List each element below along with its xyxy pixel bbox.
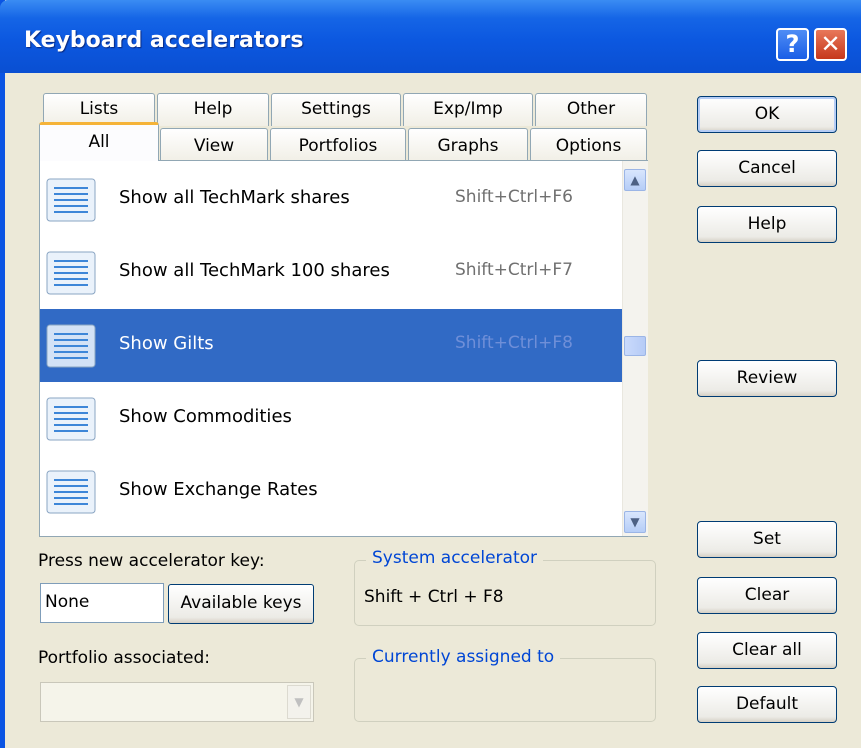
- system-accelerator-title: System accelerator: [366, 548, 544, 568]
- scroll-thumb[interactable]: [624, 336, 646, 356]
- currently-assigned-title: Currently assigned to: [366, 647, 561, 667]
- list-icon: [46, 470, 96, 514]
- item-label: Show all TechMark shares: [119, 187, 350, 208]
- tab-exp-imp[interactable]: Exp/Imp: [403, 93, 533, 126]
- list-scrollbar[interactable]: ▲ ▼: [622, 161, 648, 536]
- accelerator-key-input[interactable]: None: [40, 583, 164, 623]
- tab-other[interactable]: Other: [535, 93, 647, 126]
- tab-all[interactable]: All: [39, 122, 159, 164]
- list-icon: [46, 178, 96, 222]
- clear-button[interactable]: Clear: [697, 577, 837, 614]
- chevron-down-icon[interactable]: ▼: [287, 685, 311, 719]
- tab-portfolios[interactable]: Portfolios: [270, 128, 406, 161]
- tab-graphs[interactable]: Graphs: [408, 128, 528, 161]
- title-bar[interactable]: Keyboard accelerators ? ✕: [0, 0, 861, 73]
- list-item[interactable]: Show all TechMark 100 shares Shift+Ctrl+…: [40, 236, 622, 309]
- set-button[interactable]: Set: [697, 521, 837, 558]
- item-label: Show Gilts: [119, 333, 214, 354]
- cancel-button[interactable]: Cancel: [697, 150, 837, 187]
- item-label: Show Exchange Rates: [119, 479, 318, 500]
- list-item-selected[interactable]: Show Gilts Shift+Ctrl+F8: [40, 309, 622, 382]
- tab-help[interactable]: Help: [157, 93, 269, 126]
- item-shortcut: Shift+Ctrl+F8: [455, 333, 573, 353]
- tab-view[interactable]: View: [160, 128, 268, 161]
- default-button[interactable]: Default: [697, 686, 837, 723]
- list-icon: [46, 324, 96, 368]
- review-button[interactable]: Review: [697, 360, 837, 397]
- help-button[interactable]: Help: [697, 206, 837, 243]
- window-title: Keyboard accelerators: [24, 28, 304, 53]
- ok-button[interactable]: OK: [697, 96, 837, 133]
- list-icon: [46, 251, 96, 295]
- accelerator-key-label: Press new accelerator key:: [38, 551, 265, 571]
- scroll-up-arrow-icon[interactable]: ▲: [624, 169, 646, 191]
- scroll-down-arrow-icon[interactable]: ▼: [624, 511, 646, 533]
- currently-assigned-group: [354, 658, 656, 722]
- list-icon: [46, 397, 96, 441]
- portfolio-associated-label: Portfolio associated:: [38, 648, 211, 668]
- item-shortcut: Shift+Ctrl+F7: [455, 260, 573, 280]
- list-item[interactable]: Show Exchange Rates: [40, 455, 622, 528]
- accelerator-list[interactable]: Show all TechMark shares Shift+Ctrl+F6 S…: [40, 161, 622, 536]
- available-keys-button[interactable]: Available keys: [168, 584, 314, 624]
- item-label: Show all TechMark 100 shares: [119, 260, 390, 281]
- list-item[interactable]: Show all TechMark shares Shift+Ctrl+F6: [40, 163, 622, 236]
- item-label: Show Commodities: [119, 406, 292, 427]
- close-button[interactable]: ✕: [814, 28, 847, 61]
- portfolio-combo[interactable]: ▼: [40, 682, 314, 722]
- help-title-button[interactable]: ?: [776, 28, 809, 61]
- item-shortcut: Shift+Ctrl+F6: [455, 187, 573, 207]
- list-item[interactable]: Show Commodities: [40, 382, 622, 455]
- clear-all-button[interactable]: Clear all: [697, 632, 837, 669]
- tab-settings[interactable]: Settings: [271, 93, 401, 126]
- tab-options[interactable]: Options: [530, 128, 647, 161]
- system-accelerator-value: Shift + Ctrl + F8: [364, 587, 504, 607]
